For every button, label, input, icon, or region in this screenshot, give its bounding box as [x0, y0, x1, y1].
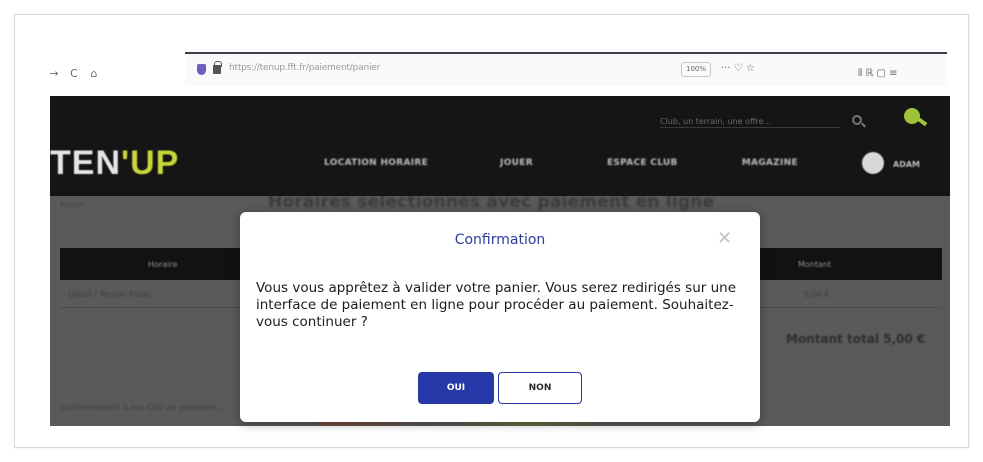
tracking-shield-icon[interactable] [197, 64, 206, 75]
avatar-icon[interactable] [862, 152, 884, 174]
row-detail: Détail / Terrain Padel [68, 290, 151, 299]
account-label[interactable]: ADAM [893, 160, 920, 169]
logo-text: TEN [50, 144, 121, 182]
confirm-button[interactable]: OUI [418, 372, 494, 404]
column-header-montant: Montant [798, 260, 832, 269]
tenup-logo[interactable]: TEN'UP [50, 144, 179, 183]
forward-icon[interactable]: → [48, 68, 60, 80]
footnote: Conformément à nos CGV de paiement... [60, 403, 225, 412]
breadcrumb: Panier [60, 200, 85, 209]
address-bar[interactable]: https://tenup.fft.fr/paiement/panier 100… [185, 52, 947, 86]
total-amount: Montant total 5,00 € [786, 332, 926, 346]
site-header: Club, un terrain, une offre... TEN'UP LO… [50, 96, 950, 196]
dialog-message: Vous vous apprêtez à valider votre panie… [256, 280, 737, 330]
browser-nav: → C ⌂ [48, 68, 100, 80]
site-search-placeholder: Club, un terrain, une offre... [660, 117, 772, 126]
tennis-racket-icon[interactable] [904, 108, 920, 124]
page-actions-icons[interactable]: ··· ♡ ☆ [721, 63, 755, 74]
home-icon[interactable]: ⌂ [88, 68, 100, 80]
confirmation-dialog: Confirmation ✕ Vous vous apprêtez à vali… [240, 212, 760, 422]
close-icon[interactable]: ✕ [717, 230, 732, 248]
toolbar-icons[interactable]: ⫴ ℝ ▢ ≡ [858, 68, 897, 79]
dialog-title: Confirmation [454, 232, 546, 248]
zoom-level[interactable]: 100% [681, 62, 711, 77]
site-nav: LOCATION HORAIRE JOUER ESPACE CLUB MAGAZ… [324, 158, 798, 168]
search-icon[interactable] [852, 115, 862, 125]
column-header-horaire: Horaire [148, 260, 178, 269]
nav-jouer[interactable]: JOUER [500, 158, 533, 168]
site-search-input[interactable]: Club, un terrain, une offre... [660, 118, 840, 128]
logo-accent: 'UP [121, 144, 180, 182]
reload-icon[interactable]: C [68, 68, 80, 80]
nav-espace-club[interactable]: ESPACE CLUB [607, 158, 678, 168]
nav-magazine[interactable]: MAGAZINE [742, 158, 798, 168]
nav-location-horaire[interactable]: LOCATION HORAIRE [324, 158, 428, 168]
cancel-button[interactable]: NON [498, 372, 582, 404]
lock-icon[interactable] [213, 61, 222, 74]
page-title: Horaires sélectionnés avec paiement en l… [268, 196, 715, 212]
url-text[interactable]: https://tenup.fft.fr/paiement/panier [229, 63, 380, 73]
row-amount: 5,00 € [804, 290, 830, 299]
